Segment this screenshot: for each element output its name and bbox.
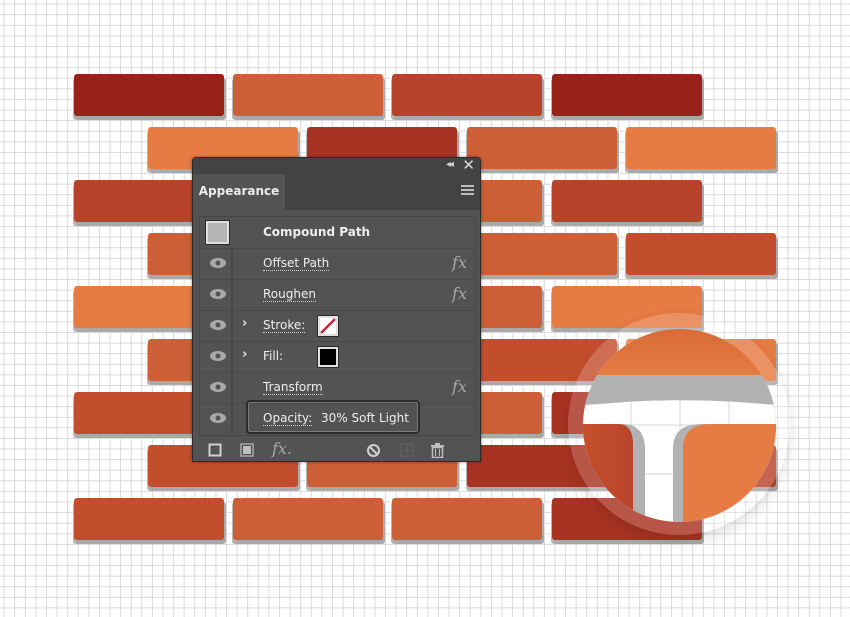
row-divider xyxy=(231,279,233,310)
brick xyxy=(233,74,383,116)
brick xyxy=(392,74,542,116)
tab-appearance[interactable]: Appearance xyxy=(193,174,285,210)
chevron-right-icon[interactable]: › xyxy=(242,347,247,362)
effect-label[interactable]: Roughen xyxy=(263,287,316,302)
row-divider xyxy=(231,341,233,372)
panel-titlebar[interactable]: ◂◂ ✕ xyxy=(193,156,480,174)
visibility-eye-icon[interactable] xyxy=(210,258,226,268)
magnified-brick-detail xyxy=(583,329,776,522)
brick xyxy=(233,498,383,540)
appearance-panel: ◂◂ ✕ Appearance Compound Path Offset Pat… xyxy=(192,156,481,462)
object-thumbnail xyxy=(206,221,229,244)
appearance-row-stroke[interactable]: › Stroke: xyxy=(200,310,475,342)
add-effect-icon[interactable]: fx. xyxy=(272,439,292,458)
fill-swatch[interactable] xyxy=(318,347,338,367)
visibility-eye-icon[interactable] xyxy=(210,289,226,299)
brick xyxy=(74,74,224,116)
appearance-row-roughen[interactable]: Roughen fx xyxy=(200,279,475,311)
close-panel-button[interactable]: ✕ xyxy=(462,156,475,174)
clear-appearance-icon[interactable] xyxy=(366,443,381,458)
panel-menu-icon[interactable] xyxy=(461,185,474,197)
brick xyxy=(74,498,224,540)
object-type-label: Compound Path xyxy=(263,225,371,239)
effect-label[interactable]: Offset Path xyxy=(263,256,330,271)
visibility-eye-icon[interactable] xyxy=(210,320,226,330)
fx-icon[interactable]: fx xyxy=(452,377,467,396)
visibility-eye-icon[interactable] xyxy=(210,351,226,361)
fill-label[interactable]: Fill: xyxy=(263,349,283,363)
brick xyxy=(467,127,617,169)
no-color-slash-icon xyxy=(320,318,336,334)
row-divider xyxy=(231,310,233,341)
duplicate-item-icon[interactable] xyxy=(400,443,414,457)
opacity-value[interactable]: 30% Soft Light xyxy=(321,411,409,425)
appearance-row-offset-path[interactable]: Offset Path fx xyxy=(200,248,475,280)
appearance-row-opacity[interactable]: Opacity: 30% Soft Light xyxy=(200,400,475,434)
fx-icon[interactable]: fx xyxy=(452,253,467,272)
stroke-label[interactable]: Stroke: xyxy=(263,318,306,333)
effect-label[interactable]: Transform xyxy=(263,380,323,395)
object-row[interactable]: Compound Path xyxy=(200,217,475,249)
panel-tabstrip: Appearance xyxy=(193,174,480,210)
row-divider xyxy=(231,372,233,403)
brick xyxy=(552,180,702,222)
appearance-list: Compound Path Offset Path fx Roughen fx … xyxy=(199,216,476,436)
brick xyxy=(626,233,776,275)
appearance-row-fill[interactable]: › Fill: xyxy=(200,341,475,373)
fx-icon[interactable]: fx xyxy=(452,284,467,303)
brick xyxy=(467,233,617,275)
opacity-label[interactable]: Opacity: xyxy=(263,411,313,426)
panel-footer: fx. xyxy=(193,439,480,461)
magnifier-lens xyxy=(583,329,776,522)
row-divider xyxy=(231,403,233,434)
brick xyxy=(392,498,542,540)
chevron-right-icon[interactable]: › xyxy=(242,316,247,331)
add-new-fill-icon[interactable] xyxy=(240,443,254,457)
brick xyxy=(552,74,702,116)
collapse-panel-button[interactable]: ◂◂ xyxy=(446,159,454,170)
visibility-eye-icon[interactable] xyxy=(210,413,226,423)
trash-icon[interactable] xyxy=(431,443,444,458)
brick xyxy=(626,127,776,169)
add-new-stroke-icon[interactable] xyxy=(208,443,222,457)
visibility-eye-icon[interactable] xyxy=(210,382,226,392)
stroke-swatch-none[interactable] xyxy=(318,316,338,336)
row-divider xyxy=(231,248,233,279)
